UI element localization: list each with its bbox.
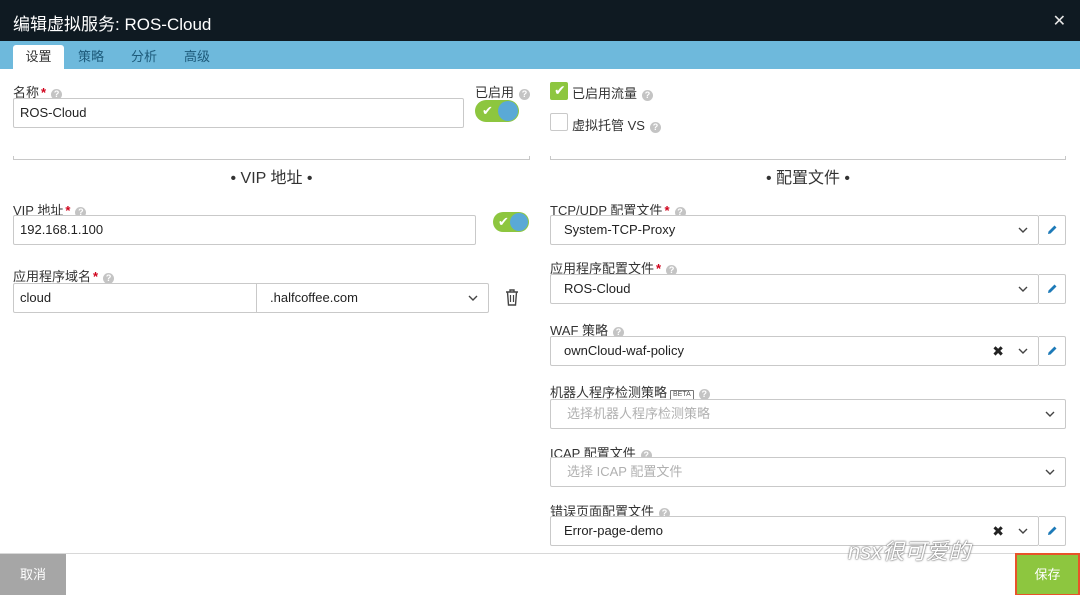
profile-section-title: • 配置文件 • bbox=[765, 170, 851, 187]
help-icon: ? bbox=[642, 90, 654, 101]
vip-input[interactable]: 192.168.1.100 bbox=[13, 215, 476, 245]
check-icon: ✔ bbox=[498, 214, 509, 229]
cancel-button[interactable]: 取消 bbox=[0, 554, 66, 595]
chevron-down-icon bbox=[1018, 348, 1028, 354]
chevron-down-icon bbox=[1018, 286, 1028, 292]
enabled-toggle[interactable]: ✔ bbox=[475, 100, 519, 122]
app-domain-host-input[interactable]: cloud bbox=[13, 283, 257, 313]
app-domain-select[interactable]: .halfcoffee.com bbox=[256, 283, 489, 313]
name-input[interactable]: ROS-Cloud bbox=[13, 98, 464, 128]
pencil-icon bbox=[1048, 526, 1057, 535]
help-icon: ? bbox=[649, 122, 661, 133]
virtual-hosting-checkbox[interactable] bbox=[550, 113, 568, 131]
enabled-label: 已启用? bbox=[475, 82, 531, 101]
trash-icon[interactable] bbox=[505, 289, 519, 306]
dialog-titlebar: 编辑虚拟服务: ROS-Cloud ✕ bbox=[0, 0, 1080, 41]
edit-error-page-profile-button[interactable] bbox=[1039, 516, 1066, 546]
vip-section-divider bbox=[13, 156, 530, 160]
tcp-udp-profile-select[interactable]: System-TCP-Proxy bbox=[550, 215, 1039, 245]
tab-bar: 设置 策略 分析 高级 bbox=[0, 41, 1080, 69]
virtual-hosting-label: 虚拟托管 VS? bbox=[572, 115, 661, 134]
waf-policy-select[interactable]: ownCloud-waf-policy ✖ bbox=[550, 336, 1039, 366]
edit-app-profile-button[interactable] bbox=[1039, 274, 1066, 304]
check-icon: ✔ bbox=[482, 103, 493, 118]
tab-settings[interactable]: 设置 bbox=[13, 45, 64, 69]
vip-enabled-toggle[interactable]: ✔ bbox=[493, 212, 529, 232]
tab-analytics[interactable]: 分析 bbox=[121, 45, 167, 69]
traffic-enabled-checkbox[interactable]: ✔ bbox=[550, 82, 568, 100]
watermark: nsx很可爱的 bbox=[848, 539, 971, 564]
save-button[interactable]: 保存 bbox=[1015, 553, 1080, 595]
edit-waf-policy-button[interactable] bbox=[1039, 336, 1066, 366]
chevron-down-icon bbox=[468, 295, 478, 301]
profile-section-divider bbox=[550, 156, 1066, 160]
tab-advanced[interactable]: 高级 bbox=[174, 45, 220, 69]
clear-icon[interactable]: ✖ bbox=[992, 517, 1004, 545]
chevron-down-icon bbox=[1045, 411, 1055, 417]
dialog-title: 编辑虚拟服务: ROS-Cloud bbox=[13, 15, 212, 34]
close-icon[interactable]: ✕ bbox=[1053, 11, 1066, 31]
check-icon: ✔ bbox=[554, 82, 566, 98]
clear-icon[interactable]: ✖ bbox=[992, 337, 1004, 365]
tab-policies[interactable]: 策略 bbox=[68, 45, 114, 69]
chevron-down-icon bbox=[1045, 469, 1055, 475]
chevron-down-icon bbox=[1018, 227, 1028, 233]
app-profile-select[interactable]: ROS-Cloud bbox=[550, 274, 1039, 304]
vip-section-title: • VIP 地址 • bbox=[230, 170, 313, 187]
traffic-enabled-label: 已启用流量? bbox=[572, 83, 654, 102]
chevron-down-icon bbox=[1018, 528, 1028, 534]
pencil-icon bbox=[1048, 346, 1057, 355]
help-icon: ? bbox=[519, 89, 531, 100]
edit-tcp-udp-profile-button[interactable] bbox=[1039, 215, 1066, 245]
pencil-icon bbox=[1048, 225, 1057, 234]
pencil-icon bbox=[1048, 284, 1057, 293]
bot-policy-select[interactable]: 选择机器人程序检测策略 bbox=[550, 399, 1066, 429]
icap-profile-select[interactable]: 选择 ICAP 配置文件 bbox=[550, 457, 1066, 487]
